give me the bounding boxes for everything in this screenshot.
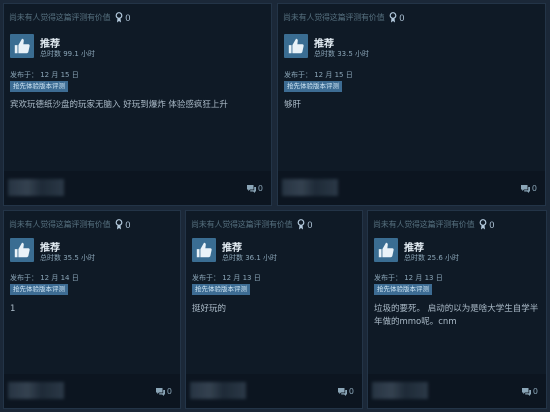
comment-icon xyxy=(337,387,347,396)
review-footer: 0 xyxy=(368,374,546,408)
award-button[interactable]: 0 xyxy=(479,219,494,230)
helpful-text: 尚未有人觉得这篇评测有价值 xyxy=(373,220,475,229)
comment-count: 0 xyxy=(166,387,172,396)
early-access-badge: 抢先体验版本评测 xyxy=(10,81,68,92)
award-icon xyxy=(116,219,123,230)
award-button[interactable]: 0 xyxy=(115,12,130,23)
review-card: 尚未有人觉得这篇评测有价值 0 推荐 总时数 36.1 小时 发布于： 12 月… xyxy=(185,210,363,409)
helpful-row: 尚未有人觉得这篇评测有价值 0 xyxy=(9,12,130,23)
comment-button[interactable]: 0 xyxy=(337,387,354,396)
review-body: 垃圾的要死。 启动的以为是啥大学生自学半年做的mmo呢。cnm xyxy=(374,304,539,327)
playtime-hours: 总时数 35.5 小时 xyxy=(40,254,96,262)
post-date: 发布于： 12 月 15 日 xyxy=(10,71,79,79)
comment-button[interactable]: 0 xyxy=(155,387,172,396)
author-avatar[interactable] xyxy=(8,179,64,196)
award-button[interactable]: 0 xyxy=(297,219,312,230)
award-button[interactable]: 0 xyxy=(115,219,130,230)
award-icon xyxy=(390,12,397,23)
comment-icon xyxy=(521,387,531,396)
recommendation-title[interactable]: 推荐 xyxy=(314,35,334,50)
recommendation-title[interactable]: 推荐 xyxy=(222,239,242,254)
playtime-hours: 总时数 33.5 小时 xyxy=(314,50,370,58)
author-avatar[interactable] xyxy=(190,382,246,399)
author-avatar[interactable] xyxy=(282,179,338,196)
comment-button[interactable]: 0 xyxy=(246,184,263,193)
review-card: 尚未有人觉得这篇评测有价值 0 推荐 总时数 33.5 小时 发布于： 12 月… xyxy=(277,3,546,206)
helpful-row: 尚未有人觉得这篇评测有价值 0 xyxy=(191,219,312,230)
comment-icon xyxy=(246,184,256,193)
award-count: 0 xyxy=(125,12,131,23)
thumbs-up-icon xyxy=(10,34,34,58)
comment-button[interactable]: 0 xyxy=(520,184,537,193)
comment-icon xyxy=(155,387,165,396)
comment-count: 0 xyxy=(532,387,538,396)
helpful-text: 尚未有人觉得这篇评测有价值 xyxy=(191,220,293,229)
comment-count: 0 xyxy=(257,184,263,193)
author-avatar[interactable] xyxy=(8,382,64,399)
early-access-badge: 抢先体验版本评测 xyxy=(10,284,68,295)
comment-button[interactable]: 0 xyxy=(521,387,538,396)
review-card: 尚未有人觉得这篇评测有价值 0 推荐 总时数 99.1 小时 发布于： 12 月… xyxy=(3,3,272,206)
helpful-row: 尚未有人觉得这篇评测有价值 0 xyxy=(9,219,130,230)
recommendation-title[interactable]: 推荐 xyxy=(404,239,424,254)
helpful-text: 尚未有人觉得这篇评测有价值 xyxy=(9,220,111,229)
playtime-hours: 总时数 36.1 小时 xyxy=(222,254,278,262)
review-body: 宾欢玩德纸沙盘的玩家无脑入 好玩到爆炸 体验感疯狂上升 xyxy=(10,100,228,110)
review-body: 挺好玩的 xyxy=(192,304,227,314)
award-icon xyxy=(116,12,123,23)
thumbs-up-icon xyxy=(10,238,34,262)
review-body: 1 xyxy=(10,304,16,314)
helpful-text: 尚未有人觉得这篇评测有价值 xyxy=(283,13,385,22)
comment-count: 0 xyxy=(531,184,537,193)
review-footer: 0 xyxy=(186,374,362,408)
review-card: 尚未有人觉得这篇评测有价值 0 推荐 总时数 35.5 小时 发布于： 12 月… xyxy=(3,210,181,409)
review-footer: 0 xyxy=(278,171,545,205)
post-date: 发布于： 12 月 14 日 xyxy=(10,274,79,282)
playtime-hours: 总时数 99.1 小时 xyxy=(40,50,96,58)
thumbs-up-icon xyxy=(284,34,308,58)
early-access-badge: 抢先体验版本评测 xyxy=(374,284,432,295)
comment-icon xyxy=(520,184,530,193)
playtime-hours: 总时数 25.6 小时 xyxy=(404,254,460,262)
thumbs-up-icon xyxy=(374,238,398,262)
post-date: 发布于： 12 月 13 日 xyxy=(374,274,443,282)
review-footer: 0 xyxy=(4,374,180,408)
review-body: 够肝 xyxy=(284,100,302,110)
review-card: 尚未有人觉得这篇评测有价值 0 推荐 总时数 25.6 小时 发布于： 12 月… xyxy=(367,210,547,409)
award-button[interactable]: 0 xyxy=(389,12,404,23)
review-footer: 0 xyxy=(4,171,271,205)
recommendation-title[interactable]: 推荐 xyxy=(40,35,60,50)
helpful-text: 尚未有人觉得这篇评测有价值 xyxy=(9,13,111,22)
helpful-row: 尚未有人觉得这篇评测有价值 0 xyxy=(373,219,494,230)
award-icon xyxy=(480,219,487,230)
post-date: 发布于： 12 月 13 日 xyxy=(192,274,261,282)
comment-count: 0 xyxy=(348,387,354,396)
award-count: 0 xyxy=(399,12,405,23)
thumbs-up-icon xyxy=(192,238,216,262)
helpful-row: 尚未有人觉得这篇评测有价值 0 xyxy=(283,12,404,23)
post-date: 发布于： 12 月 15 日 xyxy=(284,71,353,79)
award-count: 0 xyxy=(125,219,131,230)
early-access-badge: 抢先体验版本评测 xyxy=(192,284,250,295)
early-access-badge: 抢先体验版本评测 xyxy=(284,81,342,92)
award-count: 0 xyxy=(489,219,495,230)
award-count: 0 xyxy=(307,219,313,230)
recommendation-title[interactable]: 推荐 xyxy=(40,239,60,254)
author-avatar[interactable] xyxy=(372,382,428,399)
award-icon xyxy=(298,219,305,230)
